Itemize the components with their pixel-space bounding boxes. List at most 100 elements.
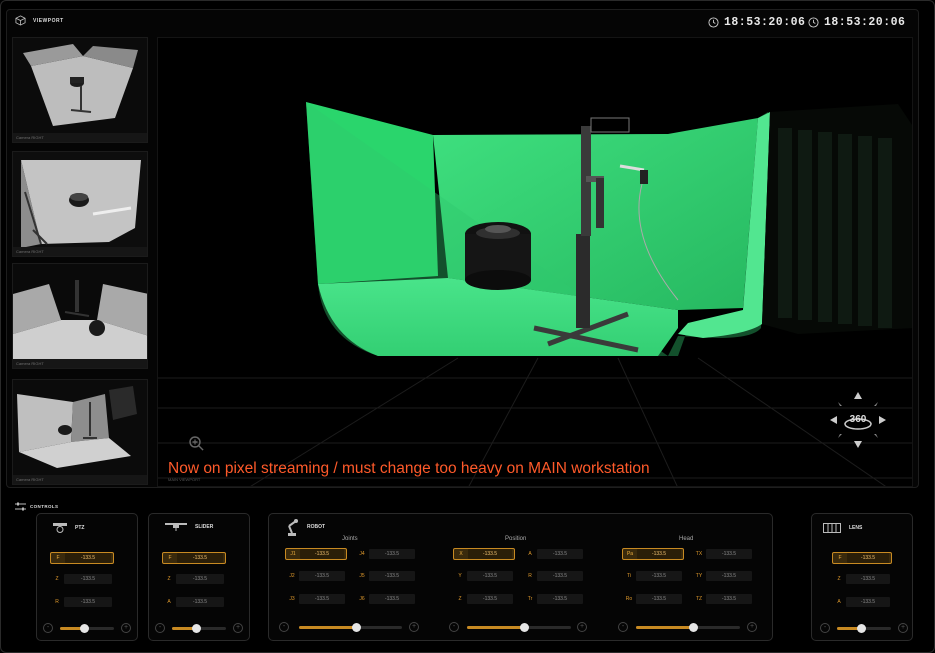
lens-row-f[interactable]: F -133.5 — [832, 552, 892, 564]
position-label: Z — [458, 596, 462, 602]
slider-knob[interactable] — [80, 624, 90, 633]
head-row-ti[interactable]: Ti -133.5 — [622, 570, 684, 582]
robot-header: ROBOT — [285, 518, 325, 536]
position-value[interactable]: -133.5 — [537, 594, 583, 604]
position-row-r[interactable]: R -133.5 — [523, 570, 585, 582]
thumbnail-caption: Camera RIGHT — [13, 247, 147, 256]
slider-row-value[interactable]: -133.5 — [177, 553, 223, 563]
head-row-tz[interactable]: TZ -133.5 — [692, 593, 754, 605]
lens-slider[interactable] — [837, 624, 891, 633]
position-value[interactable]: -133.5 — [468, 549, 512, 559]
position-row-y[interactable]: Y -133.5 — [453, 570, 515, 582]
camera-2-preview — [13, 152, 147, 256]
position-value[interactable]: -133.5 — [537, 549, 583, 559]
ptz-row-label: R — [55, 599, 59, 605]
lens-row-a[interactable]: A -133.5 — [832, 596, 892, 608]
lens-row-value[interactable]: -133.5 — [846, 597, 890, 607]
joint-row-j3[interactable]: J3 -133.5 — [285, 593, 347, 605]
head-row-ro[interactable]: Ro -133.5 — [622, 593, 684, 605]
head-row-tx[interactable]: TX -133.5 — [692, 548, 754, 560]
joint-value[interactable]: -133.5 — [299, 594, 345, 604]
joint-row-j4[interactable]: J4 -133.5 — [355, 548, 417, 560]
ptz-row-value[interactable]: -133.5 — [65, 553, 111, 563]
ptz-increment-button[interactable]: + — [121, 623, 131, 633]
joint-row-j2[interactable]: J2 -133.5 — [285, 570, 347, 582]
head-slider[interactable] — [636, 623, 740, 632]
position-decrement-button[interactable]: - — [449, 622, 459, 632]
camera-thumbnail-2[interactable]: Camera RIGHT — [12, 151, 148, 257]
slider-knob[interactable] — [192, 624, 202, 633]
joint-value[interactable]: -133.5 — [299, 571, 345, 581]
slider-panel: SLIDER F -133.5 Z -133.5 A -133.5 - + — [148, 513, 250, 641]
position-row-tr[interactable]: Tr -133.5 — [523, 593, 585, 605]
ptz-row-label: F — [56, 555, 60, 561]
position-slider[interactable] — [467, 623, 571, 632]
slider-knob[interactable] — [520, 623, 530, 632]
head-value[interactable]: -133.5 — [637, 549, 681, 559]
slider-row-z[interactable]: Z -133.5 — [162, 573, 226, 585]
clock-1: 18:53:20:06 — [708, 16, 805, 29]
lens-row-z[interactable]: Z -133.5 — [832, 573, 892, 585]
slider-knob[interactable] — [857, 624, 867, 633]
position-label: A — [528, 551, 532, 557]
slider-row-value[interactable]: -133.5 — [176, 597, 224, 607]
head-value[interactable]: -133.5 — [706, 594, 752, 604]
position-label: X — [459, 551, 463, 557]
head-label: Ro — [625, 596, 633, 602]
joints-decrement-button[interactable]: - — [279, 622, 289, 632]
ptz-row-r[interactable]: R -133.5 — [50, 596, 114, 608]
joint-value[interactable]: -133.5 — [369, 549, 415, 559]
slider-decrement-button[interactable]: - — [155, 623, 165, 633]
ptz-row-value[interactable]: -133.5 — [64, 597, 112, 607]
head-row-pa[interactable]: Pa -133.5 — [622, 548, 684, 560]
joint-value[interactable]: -133.5 — [369, 594, 415, 604]
zoom-out-icon[interactable] — [188, 435, 204, 451]
head-value[interactable]: -133.5 — [636, 571, 682, 581]
main-viewport[interactable]: 360 Now on pixel streaming / must change… — [157, 37, 913, 487]
ptz-slider[interactable] — [60, 624, 114, 633]
slider-knob[interactable] — [689, 623, 699, 632]
head-value[interactable]: -133.5 — [636, 594, 682, 604]
slider-knob[interactable] — [351, 623, 361, 632]
slider-row-f[interactable]: F -133.5 — [162, 552, 226, 564]
joint-row-j1[interactable]: J1 -133.5 — [285, 548, 347, 560]
joint-row-j6[interactable]: J6 -133.5 — [355, 593, 417, 605]
clock-icon — [708, 17, 719, 28]
position-row-x[interactable]: X -133.5 — [453, 548, 515, 560]
position-increment-button[interactable]: + — [577, 622, 587, 632]
position-value[interactable]: -133.5 — [537, 571, 583, 581]
joint-value[interactable]: -133.5 — [300, 549, 344, 559]
thumbnail-caption: Camera RIGHT — [13, 359, 147, 368]
ptz-row-f[interactable]: F -133.5 — [50, 552, 114, 564]
joint-row-j5[interactable]: J5 -133.5 — [355, 570, 417, 582]
position-row-z[interactable]: Z -133.5 — [453, 593, 515, 605]
head-value[interactable]: -133.5 — [706, 571, 752, 581]
head-decrement-button[interactable]: - — [618, 622, 628, 632]
ptz-decrement-button[interactable]: - — [43, 623, 53, 633]
head-row-ty[interactable]: TY -133.5 — [692, 570, 754, 582]
camera-thumbnail-3[interactable]: Camera RIGHT — [12, 263, 148, 369]
ptz-row-value[interactable]: -133.5 — [64, 574, 112, 584]
joints-increment-button[interactable]: + — [409, 622, 419, 632]
position-row-a[interactable]: A -133.5 — [523, 548, 585, 560]
position-value[interactable]: -133.5 — [467, 571, 513, 581]
slider-row-value[interactable]: -133.5 — [176, 574, 224, 584]
slider-increment-button[interactable]: + — [233, 623, 243, 633]
position-value[interactable]: -133.5 — [467, 594, 513, 604]
joint-value[interactable]: -133.5 — [369, 571, 415, 581]
lens-decrement-button[interactable]: - — [820, 623, 830, 633]
slider-row-a[interactable]: A -133.5 — [162, 596, 226, 608]
studio-scene — [158, 102, 912, 486]
head-value[interactable]: -133.5 — [706, 549, 752, 559]
ptz-row-z[interactable]: Z -133.5 — [50, 573, 114, 585]
slider-slider[interactable] — [172, 624, 226, 633]
camera-thumbnail-4[interactable]: Camera RIGHT — [12, 379, 148, 485]
camera-thumbnail-1[interactable]: Camera RIGHT — [12, 37, 148, 143]
head-increment-button[interactable]: + — [747, 622, 757, 632]
lens-increment-button[interactable]: + — [898, 623, 908, 633]
navigation-360-control[interactable]: 360 — [826, 388, 890, 452]
joints-slider[interactable] — [299, 623, 402, 632]
lens-row-value[interactable]: -133.5 — [846, 574, 890, 584]
lens-row-value[interactable]: -133.5 — [847, 553, 889, 563]
ptz-header: PTZ — [53, 523, 84, 533]
